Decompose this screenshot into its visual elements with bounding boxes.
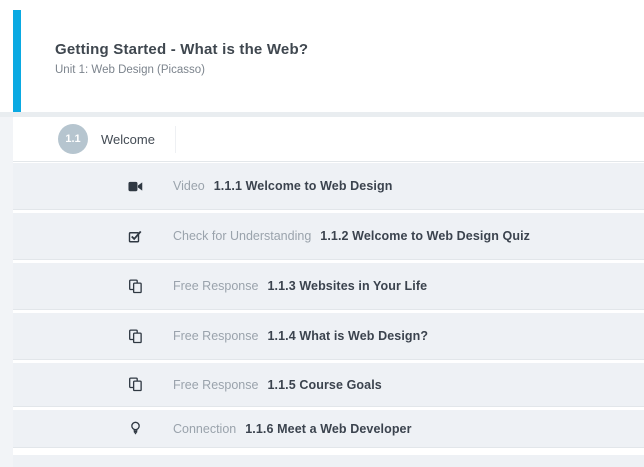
lesson-row[interactable]: Connection 1.1.6 Meet a Web Developer bbox=[13, 410, 644, 448]
check-square-icon bbox=[128, 229, 143, 244]
lesson-list: Video 1.1.1 Welcome to Web Design Check fo… bbox=[13, 163, 644, 467]
copy-icon bbox=[128, 279, 143, 294]
lesson-title[interactable]: 1.1.5 Course Goals bbox=[267, 378, 381, 392]
lesson-title[interactable]: 1.1.3 Websites in Your Life bbox=[267, 279, 427, 293]
lightbulb-icon bbox=[128, 421, 143, 436]
lesson-type-label: Free Response bbox=[173, 279, 258, 293]
lesson-type-label: Free Response bbox=[173, 329, 258, 343]
module-subtitle: Unit 1: Web Design (Picasso) bbox=[55, 64, 205, 76]
page-left-margin bbox=[0, 112, 13, 467]
lesson-title[interactable]: 1.1.2 Welcome to Web Design Quiz bbox=[320, 229, 530, 243]
module-header-card: Getting Started - What is the Web? Unit … bbox=[13, 10, 644, 112]
lesson-title[interactable]: 1.1.6 Meet a Web Developer bbox=[245, 422, 411, 436]
lesson-row-partial[interactable] bbox=[13, 455, 644, 467]
lesson-row[interactable]: Free Response 1.1.3 Websites in Your Life bbox=[13, 263, 644, 310]
copy-icon bbox=[128, 377, 143, 392]
lesson-row[interactable]: Free Response 1.1.5 Course Goals bbox=[13, 363, 644, 407]
section-column-divider bbox=[175, 126, 176, 153]
lesson-row[interactable]: Check for Understanding 1.1.2 Welcome to … bbox=[13, 213, 644, 260]
lesson-row[interactable]: Free Response 1.1.4 What is Web Design? bbox=[13, 313, 644, 360]
module-accent-bar bbox=[13, 10, 21, 112]
section-label: Welcome bbox=[101, 132, 155, 147]
module-title: Getting Started - What is the Web? bbox=[55, 41, 308, 58]
section-number-badge: 1.1 bbox=[58, 124, 88, 154]
lesson-title[interactable]: 1.1.4 What is Web Design? bbox=[267, 329, 428, 343]
lesson-type-label: Free Response bbox=[173, 378, 258, 392]
copy-icon bbox=[128, 329, 143, 344]
video-icon bbox=[128, 179, 143, 194]
lesson-type-label: Video bbox=[173, 179, 205, 193]
lesson-type-label: Connection bbox=[173, 422, 236, 436]
lesson-row[interactable]: Video 1.1.1 Welcome to Web Design bbox=[13, 163, 644, 210]
section-header-row[interactable]: 1.1 Welcome bbox=[13, 117, 644, 162]
lesson-type-label: Check for Understanding bbox=[173, 229, 311, 243]
lesson-title[interactable]: 1.1.1 Welcome to Web Design bbox=[214, 179, 393, 193]
course-curriculum-page: Getting Started - What is the Web? Unit … bbox=[0, 0, 644, 467]
